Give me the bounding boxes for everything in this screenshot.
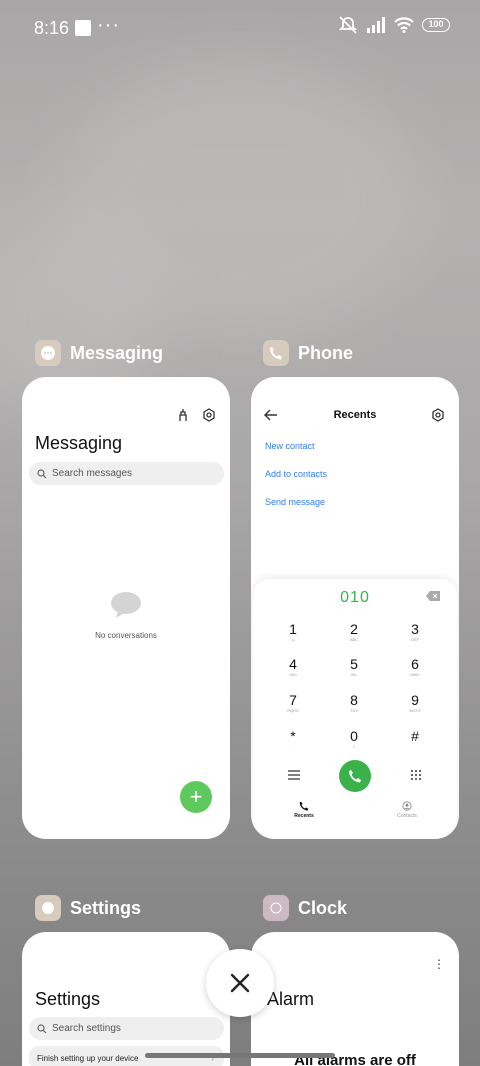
app-name: Clock <box>298 897 348 918</box>
menu-icon[interactable] <box>288 770 300 780</box>
dialpad: 010 1ω 2 ABC 3 DEF 4 GHI 5 JKL 6 MNO 7 PQRS 8T… <box>253 579 457 839</box>
app-label-clock: Clock <box>263 895 347 921</box>
wifi-icon <box>394 17 414 33</box>
page-title: Alarm <box>267 989 315 1009</box>
phone-icon <box>299 801 309 811</box>
close-icon <box>230 973 250 993</box>
status-bar: 8:16 ··· 100 <box>0 0 480 56</box>
dial-key-0[interactable]: 0 + <box>334 729 374 750</box>
dial-key-4[interactable]: 4 GHI <box>273 657 313 678</box>
clear-all-button[interactable] <box>206 949 274 1017</box>
page-title: Settings <box>35 989 101 1009</box>
search-input[interactable]: Search settings <box>29 1017 224 1040</box>
app-label-messaging: Messaging <box>35 340 163 366</box>
recent-card-settings[interactable]: Settings Search settings Finish setting … <box>22 932 230 1066</box>
status-time: 8:16 <box>34 18 70 38</box>
search-icon <box>37 468 47 478</box>
search-icon <box>37 1023 47 1033</box>
messaging-app-icon <box>35 340 61 366</box>
backspace-icon[interactable] <box>426 591 440 601</box>
search-placeholder: Search messages <box>52 468 133 479</box>
dial-key-7[interactable]: 7 PQRS <box>273 693 313 714</box>
page-title: Messaging <box>35 433 123 453</box>
new-message-button[interactable]: + <box>180 781 212 813</box>
recent-card-clock[interactable]: ⋮ Alarm All alarms are off <box>251 932 459 1066</box>
dial-key-5[interactable]: 5 JKL <box>334 657 374 678</box>
tab-label: Recents <box>294 813 314 819</box>
keypad-toggle-icon[interactable] <box>410 769 422 781</box>
dial-key-9[interactable]: 9 WXYZ <box>395 693 435 714</box>
clean-icon[interactable] <box>176 408 190 422</box>
status-icons: 100 <box>338 16 450 34</box>
app-name: Messaging <box>70 342 164 363</box>
dial-key-6[interactable]: 6 MNO <box>395 657 435 678</box>
finish-setup-label: Finish setting up your device <box>37 1053 139 1063</box>
settings-gear-icon[interactable] <box>431 408 445 422</box>
send-message-link[interactable]: Send message <box>265 497 325 507</box>
empty-state-text: No conversations <box>95 631 157 640</box>
recent-card-messaging[interactable]: Messaging Search messages No conversatio… <box>22 377 230 839</box>
tab-recents[interactable]: Recents <box>274 801 334 819</box>
dial-key-2[interactable]: 2 ABC <box>334 622 374 643</box>
home-indicator[interactable] <box>145 1053 335 1058</box>
battery-icon: 100 <box>422 18 450 32</box>
page-title: Recents <box>333 409 377 421</box>
search-input[interactable]: Search messages <box>29 462 224 485</box>
dial-key-hash[interactable]: # <box>395 729 435 744</box>
phone-icon <box>349 770 361 783</box>
clock-app-icon <box>263 895 289 921</box>
mute-icon <box>338 16 358 34</box>
dial-key-star[interactable]: *, <box>273 729 313 750</box>
new-contact-link[interactable]: New contact <box>265 441 315 451</box>
add-to-contacts-link[interactable]: Add to contacts <box>265 469 327 479</box>
more-notifications-icon: ··· <box>97 14 120 36</box>
search-placeholder: Search settings <box>52 1023 121 1034</box>
tab-label: Contacts <box>397 813 417 819</box>
dial-key-3[interactable]: 3 DEF <box>395 622 435 643</box>
app-name: Settings <box>70 897 142 918</box>
settings-gear-icon[interactable] <box>202 408 216 422</box>
dial-key-1[interactable]: 1ω <box>273 622 313 643</box>
signal-icon <box>367 17 385 33</box>
recent-card-phone[interactable]: Recents New contact Add to contacts Send… <box>251 377 459 839</box>
app-label-settings: Settings <box>35 895 141 921</box>
contacts-icon <box>402 801 412 811</box>
more-options-icon[interactable]: ⋮ <box>433 958 445 970</box>
app-label-phone: Phone <box>263 340 353 366</box>
app-name: Phone <box>298 342 354 363</box>
settings-app-icon <box>35 895 61 921</box>
tab-contacts[interactable]: Contacts <box>377 801 437 819</box>
dial-key-8[interactable]: 8 TUV <box>334 693 374 714</box>
call-button[interactable] <box>339 760 371 792</box>
chat-bubble-icon <box>111 592 141 618</box>
notification-icon <box>75 20 91 36</box>
phone-app-icon <box>263 340 289 366</box>
